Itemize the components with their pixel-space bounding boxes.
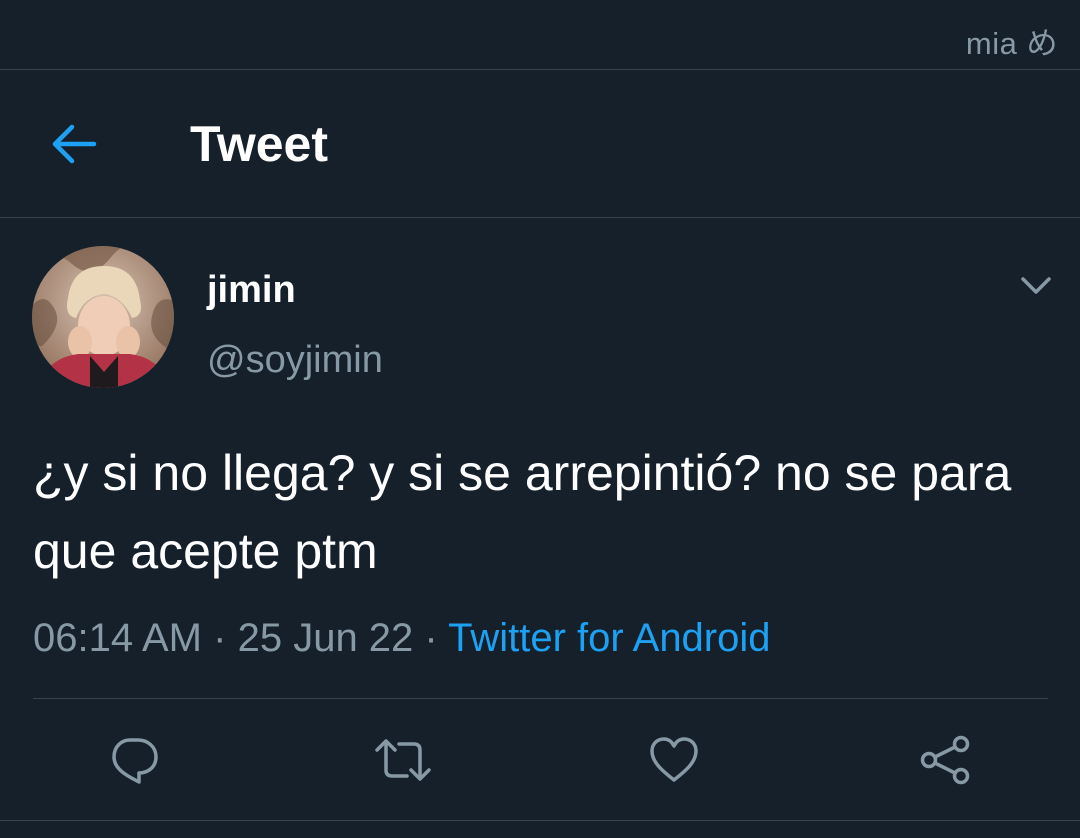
reply-icon xyxy=(112,738,158,784)
author-handle[interactable]: @soyjimin xyxy=(207,336,383,384)
tweet-time: 06:14 AM xyxy=(33,616,203,660)
tweet-source-link[interactable]: Twitter for Android xyxy=(448,616,770,660)
meta-separator: · xyxy=(424,616,438,660)
retweet-icon xyxy=(375,739,431,781)
reply-button[interactable] xyxy=(102,728,166,792)
share-button[interactable] xyxy=(913,728,977,792)
divider xyxy=(33,698,1048,699)
heart-icon xyxy=(650,737,698,782)
back-button[interactable] xyxy=(44,114,104,174)
status-bar: mia め xyxy=(0,0,1080,70)
tweet-meta: 06:14 AM · 25 Jun 22 · Twitter for Andro… xyxy=(33,610,771,666)
tweet-actions xyxy=(0,720,1080,800)
page-title: Tweet xyxy=(190,116,328,172)
retweet-button[interactable] xyxy=(371,728,435,792)
profile-photo xyxy=(32,246,174,388)
watermark-text: mia め xyxy=(965,26,1058,61)
chevron-down-icon xyxy=(1021,277,1051,294)
top-app-bar: Tweet xyxy=(0,70,1080,218)
tweet-date: 25 Jun 22 xyxy=(237,616,414,660)
avatar[interactable] xyxy=(32,246,174,388)
arrow-left-icon xyxy=(52,124,97,164)
tweet-text: ¿y si no llega? y si se arrepintió? no s… xyxy=(33,445,1012,579)
like-button[interactable] xyxy=(642,728,706,792)
tweet-menu-button[interactable] xyxy=(1014,266,1058,306)
share-icon xyxy=(920,735,970,785)
author-display-name[interactable]: jimin xyxy=(207,266,296,314)
meta-separator: · xyxy=(213,616,227,660)
divider xyxy=(0,820,1080,821)
